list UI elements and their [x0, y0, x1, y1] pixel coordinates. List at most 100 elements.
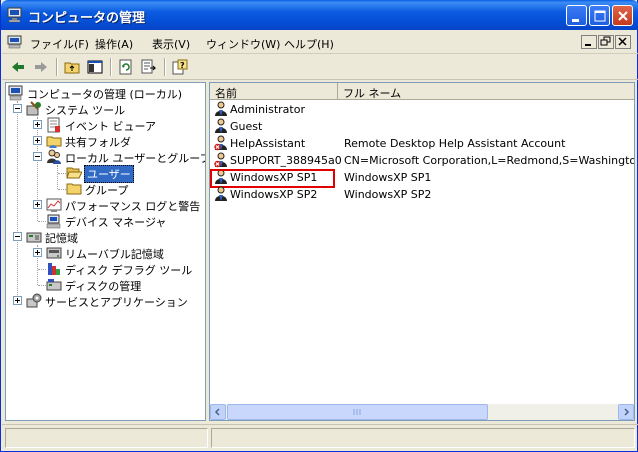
horizontal-scrollbar[interactable]: [210, 404, 634, 420]
tree-item-storage[interactable]: 記憶域: [26, 229, 205, 245]
tree-item-root[interactable]: コンピュータの管理 (ローカル): [8, 85, 205, 101]
tree-line: [38, 221, 46, 222]
close-button[interactable]: [612, 5, 633, 26]
tree-line: [58, 189, 66, 190]
menu-help[interactable]: ヘルプ(H): [284, 36, 334, 52]
scroll-left-button[interactable]: [210, 404, 226, 420]
table-row[interactable]: Guest: [210, 118, 634, 135]
tree-item-groups[interactable]: グループ: [66, 181, 205, 197]
title-bar[interactable]: コンピュータの管理: [1, 0, 638, 30]
tree-item-event-viewer[interactable]: イベント ビューア: [46, 117, 205, 133]
window-title: コンピュータの管理: [28, 11, 146, 26]
tree-label: グループ: [85, 184, 129, 197]
table-row[interactable]: Administrator: [210, 101, 634, 118]
performance-icon: [46, 197, 62, 213]
menu-action[interactable]: 操作(A): [95, 36, 133, 52]
export-list-icon: [141, 59, 157, 74]
menu-file[interactable]: ファイル(F): [30, 36, 89, 52]
scroll-right-button[interactable]: [618, 404, 634, 420]
app-window: コンピュータの管理 ファイル(F) 操作(A) 表示(V) ウィンドウ(W) ヘ…: [0, 0, 638, 452]
collapse-toggle[interactable]: [13, 232, 22, 241]
table-row[interactable]: SUPPORT_388945a0 CN=Microsoft Corporation…: [210, 152, 634, 169]
menu-window[interactable]: ウィンドウ(W): [206, 36, 280, 52]
show-hide-tree-button[interactable]: [85, 57, 105, 77]
tree-line: [58, 173, 66, 174]
full-name-cell: WindowsXP SP1: [344, 171, 432, 184]
expand-toggle[interactable]: [33, 120, 42, 129]
back-button[interactable]: [8, 57, 28, 77]
up-one-level-button[interactable]: [62, 57, 82, 77]
table-row[interactable]: HelpAssistant Remote Desktop Help Assista…: [210, 135, 634, 152]
tree-item-shared-folders[interactable]: 共有フォルダ: [46, 133, 205, 149]
tree-label: ローカル ユーザーとグループ: [65, 152, 206, 165]
tree-item-performance-logs[interactable]: パフォーマンス ログと警告: [46, 197, 205, 213]
tree-line: [57, 165, 58, 189]
refresh-button[interactable]: [116, 57, 136, 77]
tree-item-removable-storage[interactable]: リムーバブル記憶域: [46, 245, 205, 261]
collapse-toggle[interactable]: [33, 152, 42, 161]
menu-view[interactable]: 表示(V): [152, 36, 190, 52]
open-folder-icon: [66, 165, 83, 181]
tree-label: リムーバブル記憶域: [65, 248, 164, 261]
toolbar: ?: [2, 54, 638, 80]
tree-item-services-applications[interactable]: サービスとアプリケーション: [26, 293, 205, 309]
collapse-toggle[interactable]: [13, 104, 22, 113]
table-row[interactable]: WindowsXP SP2 WindowsXP SP2: [210, 186, 634, 203]
tree-label: ディスクの管理: [65, 280, 142, 293]
computer-management-icon: [7, 7, 23, 23]
user-list-pane[interactable]: 名前 フル ネーム Administrator Guest HelpAssistan…: [209, 82, 635, 421]
minimize-button[interactable]: [566, 5, 587, 26]
system-tools-icon: [26, 101, 42, 117]
removable-storage-icon: [46, 245, 62, 261]
full-name-cell: Remote Desktop Help Assistant Account: [344, 137, 566, 150]
help-icon: ?: [172, 59, 188, 75]
mdi-minimize-button[interactable]: [581, 35, 597, 49]
status-cell: [211, 428, 635, 448]
tree-label: コンピュータの管理 (ローカル): [27, 88, 183, 101]
user-name-cell: WindowsXP SP2: [230, 188, 318, 201]
tree-item-disk-management[interactable]: ディスクの管理: [46, 277, 205, 293]
mdi-restore-button[interactable]: [598, 35, 614, 49]
status-cell: [5, 428, 208, 448]
tree-line: [38, 269, 46, 270]
user-icon: [213, 101, 229, 117]
full-name-cell: WindowsXP SP2: [344, 188, 432, 201]
tree-label: デバイス マネージャ: [65, 216, 167, 229]
event-viewer-icon: [46, 117, 62, 133]
refresh-icon: [119, 59, 132, 75]
column-header-full-name[interactable]: フル ネーム: [338, 83, 634, 100]
export-list-button[interactable]: [139, 57, 159, 77]
full-name-cell: CN=Microsoft Corporation,L=Redmond,S=Was…: [344, 154, 635, 167]
expand-toggle[interactable]: [33, 136, 42, 145]
tree-label: イベント ビューア: [65, 120, 157, 133]
disabled-user-icon: [213, 135, 229, 151]
toolbar-separator: [110, 58, 112, 76]
forward-button[interactable]: [31, 57, 51, 77]
folder-icon: [66, 181, 82, 197]
system-menu-icon[interactable]: [7, 35, 23, 49]
expand-toggle[interactable]: [13, 296, 22, 305]
tree-label: 記憶域: [45, 232, 78, 245]
tree-pane[interactable]: コンピュータの管理 (ローカル) システム ツール イベント ビューア 共有フォ…: [5, 82, 206, 421]
toolbar-separator: [56, 58, 58, 76]
tree-item-local-users-groups[interactable]: ローカル ユーザーとグループ: [46, 149, 206, 165]
user-icon: [213, 118, 229, 134]
menu-bar: ファイル(F) 操作(A) 表示(V) ウィンドウ(W) ヘルプ(H): [2, 31, 638, 54]
expand-toggle[interactable]: [33, 248, 42, 257]
user-name-cell: SUPPORT_388945a0: [230, 154, 342, 167]
tree-item-system-tools[interactable]: システム ツール: [26, 101, 205, 117]
column-header-name[interactable]: 名前: [210, 83, 338, 100]
tree-item-users[interactable]: ユーザー: [66, 165, 205, 183]
disabled-user-icon: [213, 152, 229, 168]
maximize-button[interactable]: [589, 5, 610, 26]
status-bar: [2, 424, 638, 451]
scroll-thumb[interactable]: [227, 404, 488, 420]
mdi-close-button[interactable]: [615, 35, 631, 49]
tree-item-device-manager[interactable]: デバイス マネージャ: [46, 213, 205, 229]
expand-toggle[interactable]: [33, 200, 42, 209]
tree-item-disk-defrag[interactable]: ディスク デフラグ ツール: [46, 261, 205, 277]
tree-label: ディスク デフラグ ツール: [65, 264, 193, 277]
table-row[interactable]: WindowsXP SP1 WindowsXP SP1: [210, 169, 634, 188]
help-button[interactable]: ?: [170, 57, 190, 77]
up-folder-icon: [64, 62, 80, 74]
